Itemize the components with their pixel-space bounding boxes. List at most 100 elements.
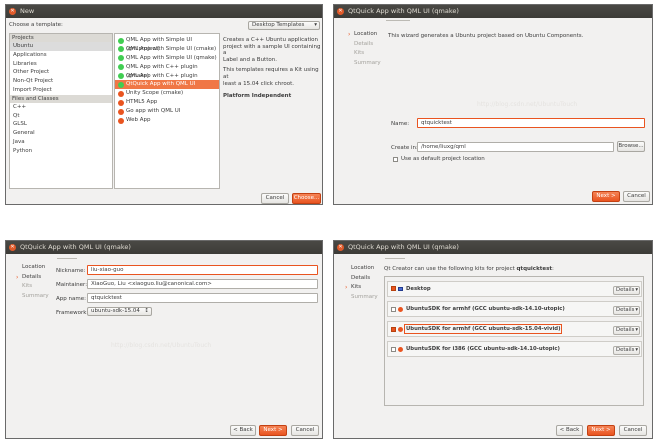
kit-details-button[interactable]: Details ▾ — [613, 286, 640, 295]
qt-icon — [118, 37, 124, 44]
default-location-label: Use as default project location — [401, 156, 485, 162]
name-label: Name: — [391, 121, 410, 127]
category-item-import-project[interactable]: Import Project — [10, 86, 112, 95]
create-in-input[interactable]: /home/liuxg/qml — [417, 142, 614, 152]
category-item-general[interactable]: General — [10, 129, 112, 138]
category-item-qt[interactable]: Qt — [10, 112, 112, 121]
back-button[interactable]: < Back — [556, 425, 583, 436]
kit-row-i386-utopic[interactable]: UbuntuSDK for i386 (GCC ubuntu-sdk-14.10… — [387, 341, 642, 357]
template-description: Creates a C++ Ubuntu application project… — [223, 37, 321, 100]
template-item-selected[interactable]: QtQuick App with QML UI (qmake) — [115, 80, 219, 96]
wizard-steps: Location › Details Kits Summary — [16, 263, 49, 301]
qt-icon — [118, 73, 124, 80]
step-location: Location — [351, 265, 375, 271]
wizard-location-dialog: ✕ QtQuick App with QML UI (qmake) › Locat… — [333, 4, 653, 205]
maintainer-input[interactable]: XiaoGuo, Liu <xiaoguo.liu@canonical.com> — [87, 279, 318, 289]
monitor-icon — [398, 287, 403, 291]
next-button[interactable]: Next > — [592, 191, 620, 202]
category-item-other-project[interactable]: Other Project — [10, 68, 112, 77]
cancel-button[interactable]: Cancel — [291, 425, 319, 436]
close-icon[interactable]: ✕ — [337, 8, 344, 15]
framework-select[interactable]: ubuntu-sdk-15.04 ↕ — [87, 307, 152, 316]
template-filter-combo[interactable]: Desktop Templates ▾ — [248, 21, 320, 30]
close-icon[interactable]: ✕ — [337, 244, 344, 251]
template-item[interactable]: QML App with C++ plugin (qmake) — [115, 63, 219, 79]
create-in-label: Create in: — [391, 145, 418, 151]
kit-details-button[interactable]: Details ▾ — [613, 306, 640, 315]
projects-header: Projects — [10, 34, 112, 42]
next-button[interactable]: Next > — [587, 425, 615, 436]
warning-icon — [398, 307, 403, 312]
spinner-icon: ↕ — [144, 308, 149, 314]
framework-label: Framework: — [56, 310, 89, 316]
chevron-down-icon: ▾ — [635, 287, 638, 293]
cancel-button[interactable]: Cancel — [619, 425, 647, 436]
kit-details-button[interactable]: Details ▾ — [613, 326, 640, 335]
step-location: › Location — [348, 31, 378, 38]
wizard-kits-dialog: ✕ QtQuick App with QML UI (qmake) Locati… — [333, 240, 653, 439]
title-bar: ✕ New — [6, 5, 322, 18]
maintainer-label: Maintainer: — [56, 282, 88, 288]
title-bar: ✕ QtQuick App with QML UI (qmake) — [6, 241, 322, 254]
category-item-libraries[interactable]: Libraries — [10, 60, 112, 69]
platform-label: Platform Independent — [223, 93, 292, 100]
kit-checkbox[interactable] — [391, 327, 396, 332]
qt-icon — [118, 46, 124, 53]
choose-template-label: Choose a template: — [9, 22, 63, 28]
kit-details-button[interactable]: Details ▾ — [613, 346, 640, 355]
browse-button[interactable]: Browse... — [617, 141, 645, 152]
default-location-checkbox[interactable] — [393, 157, 398, 162]
chevron-down-icon: ▾ — [314, 22, 317, 28]
qt-icon — [118, 55, 124, 62]
name-input[interactable]: qtquicktest — [417, 118, 645, 128]
template-item[interactable]: Go app with QML UI — [115, 107, 219, 116]
kit-name: UbuntuSDK for armhf (GCC ubuntu-sdk-14.1… — [406, 306, 565, 312]
ubuntu-icon — [118, 90, 124, 97]
project-name: qtquicktest — [516, 266, 552, 272]
kit-row-armhf-vivid[interactable]: UbuntuSDK for armhf (GCC ubuntu-sdk-15.0… — [387, 321, 642, 337]
step-summary: Summary — [351, 293, 378, 300]
header-divider — [385, 258, 405, 259]
nickname-input[interactable]: liu-xiao-guo — [87, 265, 318, 275]
category-item-non-qt-project[interactable]: Non-Qt Project — [10, 77, 112, 86]
kit-checkbox[interactable] — [391, 347, 396, 352]
new-dialog: ✕ New Choose a template: Desktop Templat… — [5, 4, 323, 205]
watermark-text: http://blog.csdn.net/UbuntuTouch — [111, 342, 212, 349]
step-kits: Kits — [22, 283, 33, 289]
category-item-ubuntu[interactable]: Ubuntu — [10, 42, 112, 51]
template-item[interactable]: HTML5 App — [115, 98, 219, 107]
template-item[interactable]: QML App with Simple UI (qmlproject) — [115, 36, 219, 52]
kit-name: Desktop — [406, 286, 431, 292]
close-icon[interactable]: ✕ — [9, 8, 16, 15]
kit-row-desktop[interactable]: Desktop Details ▾ — [387, 281, 642, 297]
category-item-java[interactable]: Java — [10, 138, 112, 147]
kit-row-armhf-utopic[interactable]: UbuntuSDK for armhf (GCC ubuntu-sdk-14.1… — [387, 301, 642, 317]
app-name-input[interactable]: qtquicktest — [87, 293, 318, 303]
warning-icon — [398, 327, 403, 332]
template-item[interactable]: QML App with C++ plugin (cmake) — [115, 72, 219, 87]
category-item-glsl[interactable]: GLSL — [10, 120, 112, 129]
choose-button[interactable]: Choose... — [292, 193, 321, 204]
template-item[interactable]: QML App with Simple UI (qmake) — [115, 54, 219, 63]
wizard-intro: This wizard generates a Ubuntu project b… — [388, 33, 584, 39]
kit-checkbox[interactable] — [391, 286, 396, 291]
close-icon[interactable]: ✕ — [9, 244, 16, 251]
qt-icon — [118, 81, 124, 88]
chevron-down-icon: ▾ — [635, 327, 638, 333]
category-item-python[interactable]: Python — [10, 147, 112, 156]
template-item[interactable]: QML App with Simple UI (cmake) — [115, 45, 219, 54]
template-item[interactable]: Web App — [115, 116, 219, 125]
cancel-button[interactable]: Cancel — [261, 193, 289, 204]
back-button[interactable]: < Back — [230, 425, 256, 436]
kit-checkbox[interactable] — [391, 307, 396, 312]
template-item[interactable]: Unity Scope (cmake) — [115, 89, 219, 98]
template-filter-value: Desktop Templates — [252, 22, 305, 28]
window-title: New — [20, 7, 35, 15]
chevron-down-icon: ▾ — [635, 307, 638, 313]
cancel-button[interactable]: Cancel — [623, 191, 650, 202]
files-header: Files and Classes — [10, 94, 112, 103]
category-item-applications[interactable]: Applications — [10, 51, 112, 60]
category-item-cpp[interactable]: C++ — [10, 103, 112, 112]
kit-name: UbuntuSDK for armhf (GCC ubuntu-sdk-15.0… — [403, 324, 563, 334]
next-button[interactable]: Next > — [259, 425, 287, 436]
